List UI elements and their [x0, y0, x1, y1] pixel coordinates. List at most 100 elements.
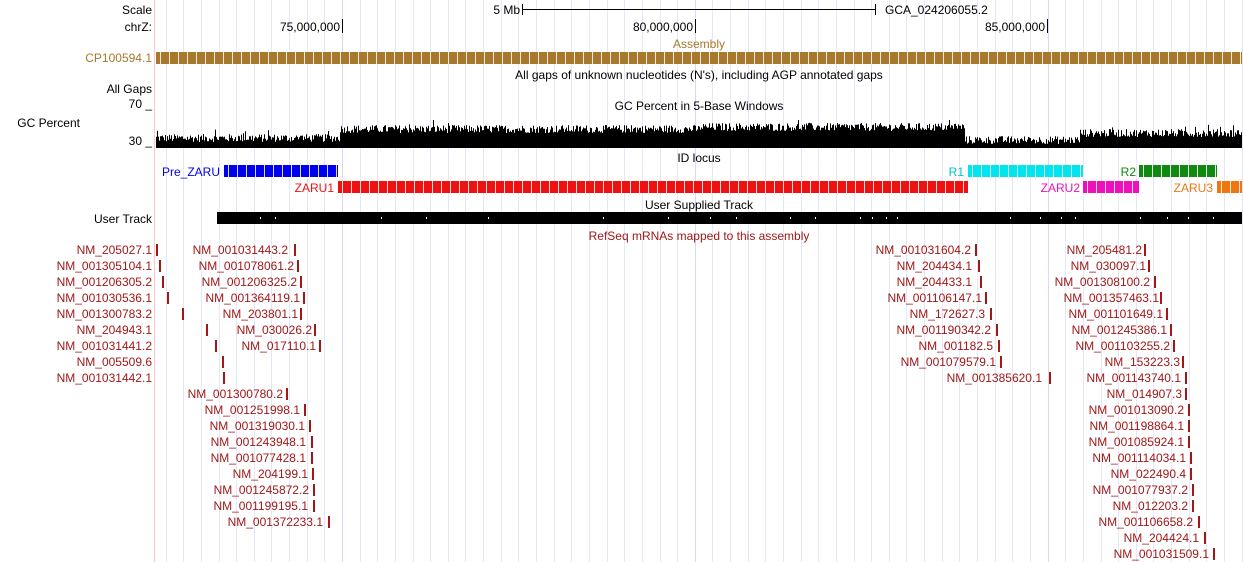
refseq-feature[interactable] [328, 516, 330, 528]
refseq-feature[interactable] [1190, 452, 1192, 464]
refseq-label[interactable]: NM_001364119.1 [160, 290, 300, 306]
feature-label-zaru3[interactable]: ZARU3 [1113, 181, 1213, 195]
refseq-label[interactable]: NM_001077428.1 [166, 450, 306, 466]
refseq-label[interactable]: NM_001085924.1 [1044, 434, 1184, 450]
refseq-feature[interactable] [1160, 292, 1162, 304]
refseq-label[interactable]: NM_001206305.2 [12, 274, 152, 290]
feature-label-zaru1[interactable]: ZARU1 [234, 181, 334, 195]
refseq-feature[interactable] [996, 324, 998, 336]
refseq-label[interactable]: NM_001106147.1 [842, 290, 982, 306]
refseq-feature[interactable] [309, 420, 311, 432]
gc-percent-wiggle[interactable] [156, 118, 1242, 148]
refseq-feature[interactable] [1185, 372, 1187, 384]
refseq-label[interactable]: NM_001143740.1 [1041, 370, 1181, 386]
feature-bar-r1[interactable] [968, 165, 1083, 177]
refseq-feature[interactable] [311, 452, 313, 464]
refseq-label[interactable]: NM_001190342.2 [851, 322, 991, 338]
refseq-feature[interactable] [312, 468, 314, 480]
refseq-feature[interactable] [319, 340, 321, 352]
assembly-feature-bar[interactable] [156, 52, 1242, 64]
refseq-feature[interactable] [985, 292, 987, 304]
refseq-label[interactable]: NM_172627.3 [845, 306, 985, 322]
refseq-label[interactable]: NM_001182.5 [853, 338, 994, 354]
refseq-label[interactable]: NM_001305104.1 [12, 258, 152, 274]
refseq-label[interactable]: NM_205027.1 [12, 242, 152, 258]
refseq-label[interactable]: NM_204199.1 [168, 466, 308, 482]
refseq-label[interactable]: NM_030026.2 [172, 322, 312, 338]
refseq-label[interactable]: NM_014907.3 [1042, 386, 1182, 402]
feature-bar-zaru1[interactable] [338, 181, 968, 193]
refseq-feature[interactable] [300, 276, 302, 288]
refseq-feature[interactable] [300, 308, 302, 320]
gaps-left-label[interactable]: All Gaps [40, 82, 152, 96]
refseq-feature[interactable] [304, 404, 306, 416]
refseq-feature[interactable] [313, 484, 315, 496]
refseq-feature[interactable] [1154, 276, 1156, 288]
refseq-feature[interactable] [1185, 388, 1187, 400]
refseq-label[interactable]: NM_153223.3 [1040, 354, 1180, 370]
refseq-label[interactable]: NM_203801.1 [158, 306, 298, 322]
refseq-feature[interactable] [303, 292, 305, 304]
refseq-feature[interactable] [1198, 516, 1200, 528]
refseq-label[interactable]: NM_001114034.1 [1046, 450, 1186, 466]
refseq-label[interactable]: NM_001079579.1 [856, 354, 996, 370]
refseq-feature[interactable] [1188, 404, 1190, 416]
refseq-label[interactable]: NM_001245872.2 [169, 482, 309, 498]
refseq-label[interactable]: NM_001245386.1 [1027, 322, 1167, 338]
refseq-feature[interactable] [314, 324, 316, 336]
user-track-left-label[interactable]: User Track [40, 212, 152, 226]
refseq-feature[interactable] [1213, 548, 1215, 560]
feature-bar-r2[interactable] [1139, 165, 1217, 177]
refseq-feature[interactable] [294, 244, 296, 256]
refseq-feature[interactable] [1000, 356, 1002, 368]
refseq-label[interactable]: NM_204434.1 [832, 258, 972, 274]
refseq-feature[interactable] [223, 372, 225, 384]
refseq-feature[interactable] [1182, 356, 1184, 368]
refseq-label[interactable]: NM_001031509.1 [1069, 546, 1209, 562]
refseq-label[interactable]: NM_001077937.2 [1048, 482, 1188, 498]
refseq-feature[interactable] [286, 388, 288, 400]
refseq-label[interactable]: NM_204433.1 [832, 274, 972, 290]
refseq-label[interactable]: NM_001357463.1 [1019, 290, 1159, 306]
refseq-label[interactable]: NM_012203.2 [1048, 498, 1188, 514]
refseq-label[interactable]: NM_001031441.2 [12, 338, 152, 354]
refseq-label[interactable]: NM_001031443.2 [148, 242, 288, 258]
refseq-feature[interactable] [1192, 500, 1194, 512]
refseq-feature[interactable] [311, 436, 313, 448]
refseq-feature[interactable] [975, 244, 977, 256]
genome-browser-image[interactable]: Scale chrZ: 5 Mb GCA_024206055.2 75,000,… [0, 0, 1243, 562]
refseq-label[interactable]: NM_001031604.2 [831, 242, 971, 258]
refseq-label[interactable]: NM_001308100.2 [1010, 274, 1150, 290]
refseq-label[interactable]: NM_001101649.1 [1023, 306, 1163, 322]
refseq-feature[interactable] [1166, 308, 1168, 320]
refseq-label[interactable]: NM_001251998.1 [160, 402, 300, 418]
assembly-left-label[interactable]: CP100594.1 [40, 51, 152, 65]
refseq-feature[interactable] [313, 500, 315, 512]
refseq-feature[interactable] [1170, 324, 1172, 336]
user-track-feature[interactable] [217, 212, 1242, 224]
feature-label-r2[interactable]: R2 [1076, 165, 1136, 179]
refseq-feature[interactable] [1188, 420, 1190, 432]
refseq-label[interactable]: NM_001106658.2 [1053, 514, 1193, 530]
refseq-label[interactable]: NM_001031442.1 [12, 370, 152, 386]
refseq-feature[interactable] [1204, 532, 1206, 544]
refseq-label[interactable]: NM_001013090.2 [1044, 402, 1184, 418]
feature-bar-zaru3[interactable] [1217, 181, 1242, 193]
refseq-feature[interactable] [1144, 244, 1146, 256]
refseq-label[interactable]: NM_001103255.2 [1030, 338, 1170, 354]
refseq-feature[interactable] [978, 260, 980, 272]
refseq-feature[interactable] [1192, 484, 1194, 496]
feature-label-zaru2[interactable]: ZARU2 [980, 181, 1080, 195]
refseq-label[interactable]: NM_001206325.2 [157, 274, 297, 290]
refseq-label[interactable]: NM_001030536.1 [12, 290, 152, 306]
refseq-feature[interactable] [1148, 260, 1150, 272]
refseq-feature[interactable] [990, 308, 992, 320]
refseq-label[interactable]: NM_022490.4 [1046, 466, 1186, 482]
feature-bar-pre-zaru[interactable] [224, 165, 338, 177]
refseq-label[interactable]: NM_001078061.2 [154, 258, 294, 274]
refseq-label[interactable]: NM_001385620.1 [902, 370, 1042, 386]
refseq-label[interactable]: NM_001372233.1 [183, 514, 323, 530]
refseq-label[interactable]: NM_001198864.1 [1044, 418, 1184, 434]
refseq-feature[interactable] [297, 260, 299, 272]
feature-label-r1[interactable]: R1 [904, 165, 964, 179]
